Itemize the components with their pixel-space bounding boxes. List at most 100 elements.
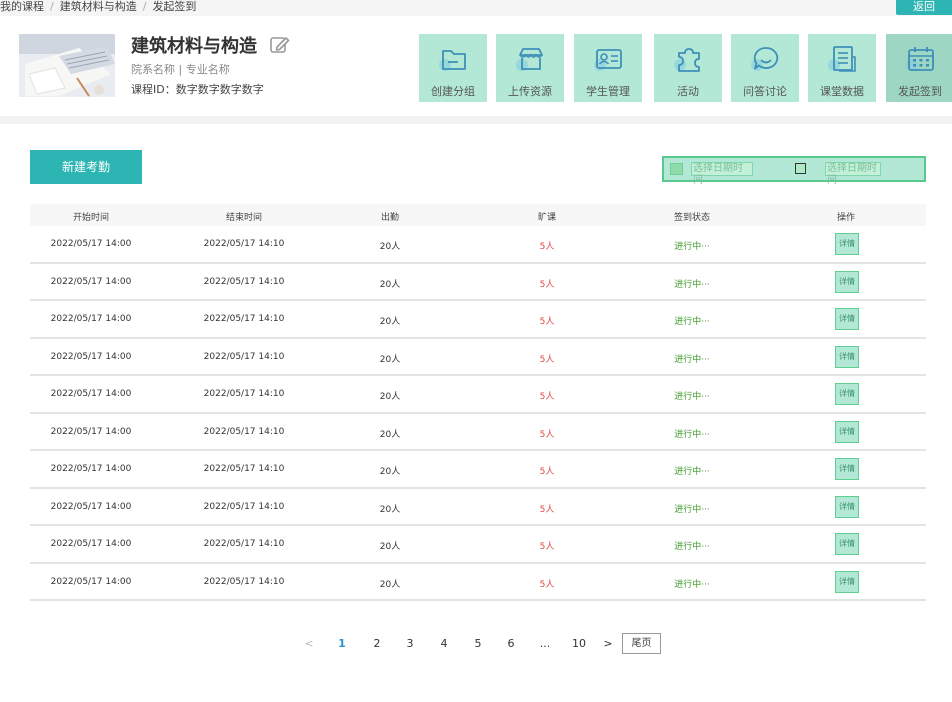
cell-attendance: 20人 (379, 504, 401, 515)
cell-status: 进行中··· (674, 579, 710, 590)
detail-button[interactable]: 详情 (835, 420, 859, 443)
table-row: 2022/05/17 14:00 2022/05/17 14:10 20人 5人 进行中… (30, 264, 926, 301)
cell-attendance: 20人 (379, 354, 401, 365)
start-date-input[interactable]: 选择日期时间 (691, 162, 753, 186)
back-button[interactable]: 返回 (896, 0, 952, 15)
end-date-input[interactable]: 选择日期时间 (825, 162, 881, 186)
table-row: 2022/05/17 14:00 2022/05/17 14:10 20人 5人 进行中… (30, 376, 926, 414)
calendar-icon (906, 47, 934, 71)
breadcrumb-item-my-courses[interactable]: 我的课程 (0, 0, 44, 13)
detail-button[interactable]: 详情 (835, 458, 859, 480)
table-row: 2022/05/17 14:00 2022/05/17 14:10 20人 5人 进行中… (30, 226, 926, 264)
header-attendance: 出勤 (380, 213, 400, 223)
tool-create-group[interactable]: 创建分组 (419, 34, 487, 102)
page-1[interactable]: 1 (338, 637, 346, 650)
header-checkin-status: 签到状态 (673, 213, 711, 223)
next-page-button[interactable]: > (603, 637, 612, 650)
table-row: 2022/05/17 14:00 2022/05/17 14:10 20人 5人 进行中… (30, 489, 926, 526)
tool-label: 上传资源 (508, 85, 552, 98)
cell-start-time: 2022/05/17 14:00 (50, 464, 132, 474)
detail-button[interactable]: 详情 (835, 383, 859, 405)
detail-button[interactable]: 详情 (835, 308, 859, 330)
cell-end-time: 2022/05/17 14:10 (203, 276, 285, 287)
detail-button[interactable]: 详情 (835, 533, 859, 555)
section-divider (0, 116, 952, 124)
cell-attendance: 20人 (379, 279, 401, 290)
page-6[interactable]: 6 (508, 637, 515, 650)
page-4[interactable]: 4 (441, 637, 448, 650)
course-title-row: 建筑材料与构造 (131, 33, 291, 57)
puzzle-icon (674, 48, 700, 72)
detail-button[interactable]: 详情 (835, 270, 859, 293)
page-5[interactable]: 5 (475, 637, 482, 650)
calendar-icon[interactable] (670, 163, 683, 175)
cell-start-time: 2022/05/17 14:00 (50, 276, 132, 287)
table-row: 2022/05/17 14:00 2022/05/17 14:10 20人 5人 进行中… (30, 564, 926, 601)
tool-student-manage[interactable]: 学生管理 (574, 34, 642, 102)
page-ellipsis: ... (539, 637, 551, 650)
cell-absent: 5人 (539, 467, 555, 477)
tool-start-checkin[interactable]: 发起签到 (886, 34, 952, 102)
tool-activity[interactable]: 活动 (654, 34, 722, 102)
cell-start-time: 2022/05/17 14:00 (50, 314, 132, 324)
cell-status: 进行中··· (674, 504, 710, 515)
new-attendance-button[interactable]: 新建考勤 (30, 150, 142, 184)
detail-button[interactable]: 详情 (835, 233, 859, 255)
calendar-icon[interactable] (795, 163, 806, 174)
table-row: 2022/05/17 14:00 2022/05/17 14:10 20人 5人 进行中… (30, 526, 926, 564)
breadcrumb-item-course[interactable]: 建筑材料与构造 (60, 0, 137, 13)
document-icon (828, 46, 856, 72)
table-row: 2022/05/17 14:00 2022/05/17 14:10 20人 5人 进行中… (30, 451, 926, 489)
table-row: 2022/05/17 14:00 2022/05/17 14:10 20人 5人 进行中… (30, 301, 926, 339)
header-absent: 旷课 (537, 213, 557, 223)
tool-upload-resource[interactable]: 上传资源 (496, 34, 564, 102)
page-10[interactable]: 10 (572, 637, 586, 650)
cell-absent: 5人 (539, 542, 555, 552)
tool-qa-discussion[interactable]: 问答讨论 (731, 34, 799, 102)
tool-label: 创建分组 (431, 85, 475, 98)
id-card-icon (594, 49, 622, 71)
cell-status: 进行中··· (674, 279, 710, 290)
cell-end-time: 2022/05/17 14:10 (203, 389, 285, 399)
detail-button[interactable]: 详情 (835, 495, 859, 518)
chat-icon (751, 47, 779, 71)
cell-start-time: 2022/05/17 14:00 (50, 351, 132, 362)
last-page-button[interactable]: 尾页 (622, 633, 661, 654)
detail-button[interactable]: 详情 (835, 345, 859, 368)
cell-end-time: 2022/05/17 14:10 (203, 501, 285, 512)
prev-page-button[interactable]: < (304, 637, 313, 650)
edit-icon[interactable] (269, 34, 291, 56)
cell-start-time: 2022/05/17 14:00 (50, 576, 132, 587)
cell-absent: 5人 (539, 504, 555, 515)
cell-end-time: 2022/05/17 14:10 (203, 576, 285, 587)
date-range-picker[interactable]: 选择日期时间 选择日期时间 (662, 156, 926, 186)
cell-absent: 5人 (539, 279, 555, 290)
cell-status: 进行中··· (674, 392, 710, 402)
tool-class-data[interactable]: 课堂数据 (808, 34, 876, 102)
cell-status: 进行中··· (674, 542, 710, 552)
header-start-time: 开始时间 (72, 213, 110, 223)
store-icon (516, 48, 543, 71)
cell-attendance: 20人 (379, 392, 401, 402)
cell-end-time: 2022/05/17 14:10 (203, 351, 285, 362)
attendance-table: 开始时间 结束时间 出勤 旷课 签到状态 操作 2022/05/17 14:00… (30, 204, 926, 601)
cell-start-time: 2022/05/17 14:00 (50, 389, 132, 399)
page-2[interactable]: 2 (374, 637, 381, 650)
cell-end-time: 2022/05/17 14:10 (203, 426, 285, 437)
course-id: 课程ID：数字数字数字数字 (131, 83, 264, 96)
pagination: < 1 2 3 4 5 6 ... 10 > 尾页 (0, 633, 952, 655)
detail-button[interactable]: 详情 (835, 570, 859, 593)
cell-absent: 5人 (539, 317, 555, 327)
cell-end-time: 2022/05/17 14:10 (203, 539, 285, 549)
cell-end-time: 2022/05/17 14:10 (203, 464, 285, 474)
cell-start-time: 2022/05/17 14:00 (50, 501, 132, 512)
cell-absent: 5人 (539, 392, 555, 402)
tool-label: 问答讨论 (743, 85, 787, 98)
cell-end-time: 2022/05/17 14:10 (203, 239, 285, 249)
cell-start-time: 2022/05/17 14:00 (50, 239, 132, 249)
cell-status: 进行中··· (674, 467, 710, 477)
cell-attendance: 20人 (379, 429, 401, 440)
table-row: 2022/05/17 14:00 2022/05/17 14:10 20人 5人 进行中… (30, 339, 926, 376)
cell-status: 进行中··· (674, 429, 710, 440)
page-3[interactable]: 3 (407, 637, 414, 650)
